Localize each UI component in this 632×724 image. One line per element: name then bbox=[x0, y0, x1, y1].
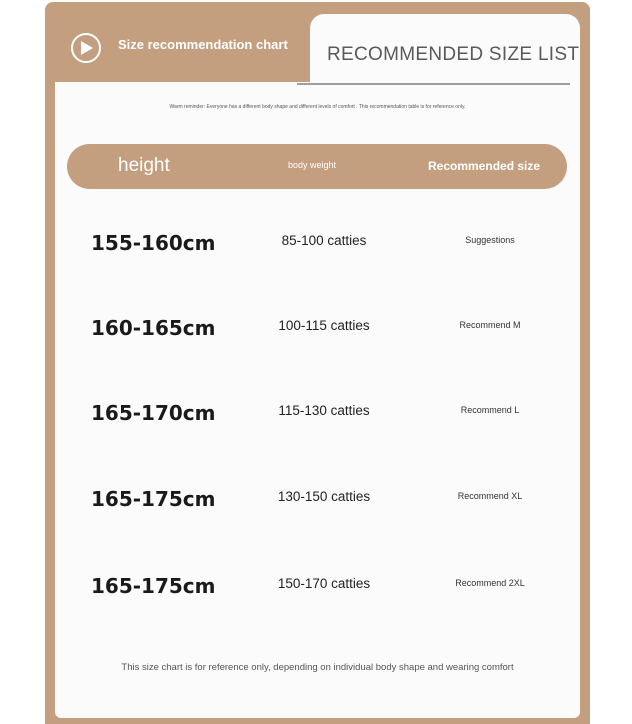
row-weight: 150-170 catties bbox=[277, 576, 371, 591]
footer-note: This size chart is for reference only, d… bbox=[121, 662, 514, 673]
play-icon bbox=[71, 33, 101, 63]
tab-title: Size recommendation chart bbox=[118, 37, 288, 52]
row-size: Recommend M bbox=[459, 320, 521, 330]
size-chart-frame: Size recommendation chart RECOMMENDED SI… bbox=[45, 2, 590, 724]
table-row: 155-160cm 85-100 catties Suggestions bbox=[45, 231, 590, 271]
row-weight: 100-115 catties bbox=[278, 318, 370, 333]
table-row: 165-175cm 150-170 catties Recommend 2XL bbox=[45, 574, 590, 614]
tab-recommended-size-list: RECOMMENDED SIZE LIST bbox=[310, 14, 580, 84]
row-size: Recommend XL bbox=[457, 491, 523, 501]
row-height: 165-175cm bbox=[91, 487, 216, 511]
row-size: Suggestions bbox=[465, 235, 515, 245]
table-header: height body weight Recommended size bbox=[67, 144, 567, 189]
column-header-size: Recommended size bbox=[428, 159, 541, 173]
table-row: 165-175cm 130-150 catties Recommend XL bbox=[45, 487, 590, 527]
row-height: 160-165cm bbox=[91, 316, 216, 340]
row-height: 165-170cm bbox=[91, 401, 216, 425]
row-weight: 85-100 catties bbox=[281, 233, 367, 248]
table-row: 165-170cm 115-130 catties Recommend L bbox=[45, 401, 590, 441]
warm-reminder: Warm reminder: Everyone has a different … bbox=[169, 104, 466, 110]
row-size: Recommend L bbox=[460, 405, 520, 415]
column-header-height: height bbox=[118, 155, 170, 176]
row-height: 155-160cm bbox=[91, 231, 216, 255]
list-title: RECOMMENDED SIZE LIST bbox=[327, 44, 580, 65]
title-underline bbox=[297, 83, 570, 85]
row-size: Recommend 2XL bbox=[455, 578, 525, 588]
row-weight: 130-150 catties bbox=[277, 489, 371, 504]
table-row: 160-165cm 100-115 catties Recommend M bbox=[45, 316, 590, 356]
column-header-weight: body weight bbox=[288, 160, 337, 170]
row-weight: 115-130 catties bbox=[278, 403, 370, 418]
row-height: 165-175cm bbox=[91, 574, 216, 598]
tab-size-recommendation-chart: Size recommendation chart bbox=[45, 2, 310, 82]
